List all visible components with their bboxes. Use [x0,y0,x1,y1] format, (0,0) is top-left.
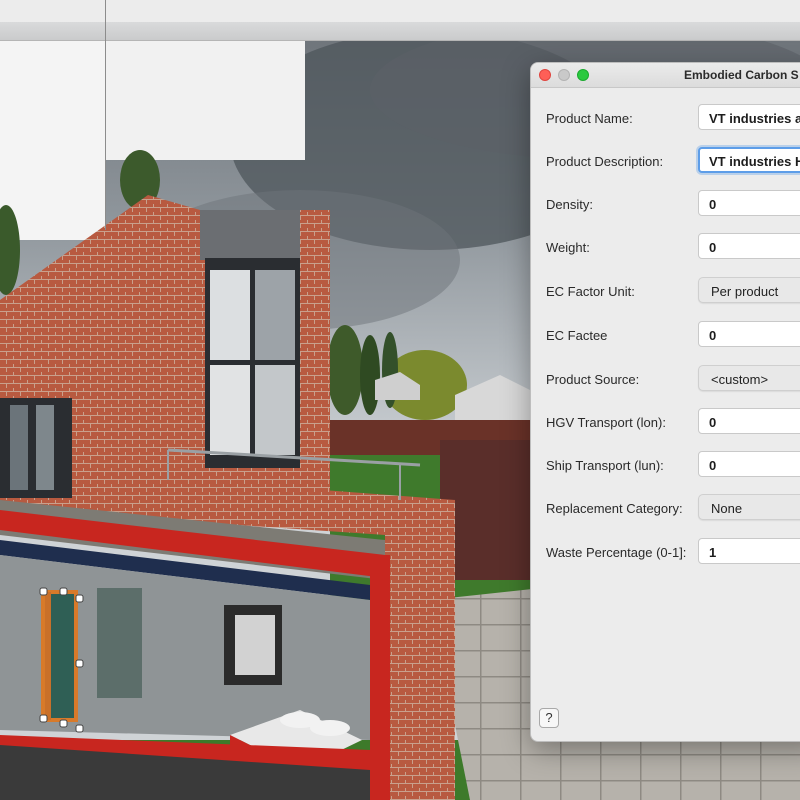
replacement-category-row: Replacement Category: None [531,494,800,522]
product-name-field[interactable]: VT industries ar [698,104,800,130]
density-field[interactable]: 0 [698,190,800,216]
ship-transport-label: Ship Transport (lun): [546,458,664,473]
hgv-transport-label: HGV Transport (lon): [546,415,666,430]
help-button[interactable]: ? [539,708,559,728]
viewport-header-strip [0,0,800,22]
product-source-row: Product Source: <custom> [531,365,800,393]
viewport-guide-line [105,0,106,230]
ec-factor-row: EC Factee 0 [531,321,800,349]
ec-factor-field[interactable]: 0 [698,321,800,347]
ship-transport-field[interactable]: 0 [698,451,800,477]
hgv-transport-field[interactable]: 0 [698,408,800,434]
dialog-title: Embodied Carbon S [684,68,799,82]
weight-row: Weight: 0 [531,233,800,261]
product-description-row: Product Description: VT industries H [531,147,800,175]
ec-factor-label: EC Factee [546,328,608,343]
ec-factor-unit-row: EC Factor Unit: Per product [531,277,800,305]
close-window-button[interactable] [539,69,551,81]
waste-percentage-row: Waste Percentage (0-1]: 1 [531,538,800,566]
product-description-field[interactable]: VT industries H [698,147,800,173]
viewport-toolbar [0,22,800,41]
density-label: Density: [546,197,593,212]
waste-percentage-label: Waste Percentage (0-1]: [546,545,687,560]
weight-label: Weight: [546,240,590,255]
ec-factor-unit-select[interactable]: Per product [698,277,800,303]
dialog-titlebar[interactable]: Embodied Carbon S [531,63,800,88]
waste-percentage-field[interactable]: 1 [698,538,800,564]
embodied-carbon-dialog: Embodied Carbon S Product Name: VT indus… [530,62,800,742]
maximize-window-button[interactable] [577,69,589,81]
hgv-transport-row: HGV Transport (lon): 0 [531,408,800,436]
replacement-category-select[interactable]: None [698,494,800,520]
ec-factor-unit-label: EC Factor Unit: [546,284,635,299]
minimize-window-button[interactable] [558,69,570,81]
product-source-label: Product Source: [546,372,640,387]
density-row: Density: 0 [531,190,800,218]
product-name-row: Product Name: VT industries ar [531,104,800,132]
product-source-select[interactable]: <custom> [698,365,800,391]
replacement-category-label: Replacement Category: [546,501,683,516]
ship-transport-row: Ship Transport (lun): 0 [531,451,800,479]
product-name-label: Product Name: [546,111,633,126]
product-description-label: Product Description: [546,154,664,169]
weight-field[interactable]: 0 [698,233,800,259]
